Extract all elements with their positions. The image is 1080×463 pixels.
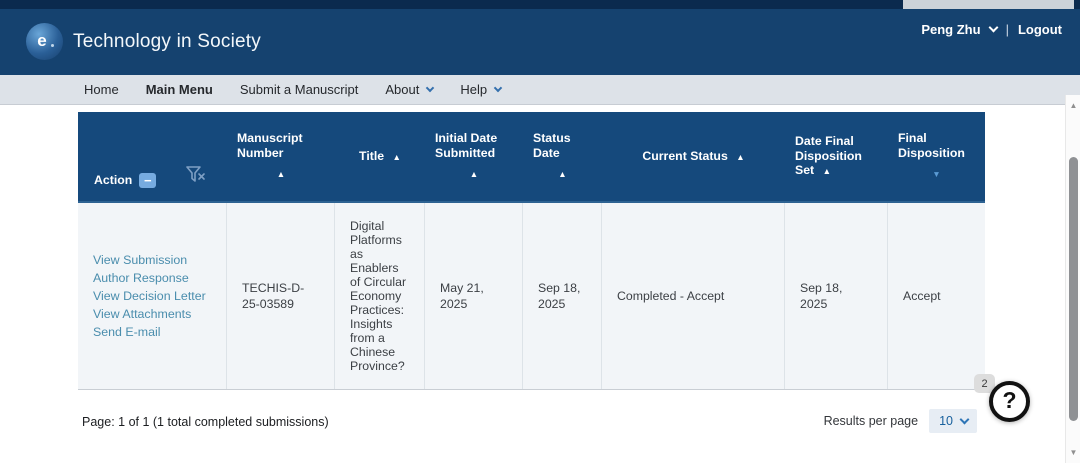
table-header-row: Action − Manuscript Number ▲ Title ▲ bbox=[78, 112, 985, 203]
window-top-strip-notch bbox=[903, 0, 1074, 9]
table-row: View Submission Author Response View Dec… bbox=[78, 203, 985, 390]
cell-manuscript-number: TECHIS-D-25-03589 bbox=[227, 203, 335, 389]
column-header-label: Current Status bbox=[642, 149, 727, 163]
nav-item-submit-a-manuscript[interactable]: Submit a Manuscript bbox=[240, 82, 359, 97]
user-area: Peng Zhu | Logout bbox=[921, 22, 1062, 37]
column-header-final-disposition[interactable]: Final Disposition ▼ bbox=[888, 112, 985, 201]
column-header-initial-date-submitted[interactable]: Initial Date Submitted ▲ bbox=[425, 112, 523, 201]
question-mark-icon: ? bbox=[1002, 387, 1016, 414]
help-button[interactable]: ? bbox=[989, 381, 1030, 422]
cell-date-final-disposition-set: Sep 18, 2025 bbox=[785, 203, 888, 389]
status-date: Sep 18, 2025 bbox=[538, 280, 587, 312]
column-header-label: Final Disposition bbox=[898, 131, 975, 160]
completed-submissions-table: Action − Manuscript Number ▲ Title ▲ bbox=[78, 112, 985, 390]
collapse-action-column-icon[interactable]: − bbox=[139, 173, 156, 188]
column-header-manuscript-number[interactable]: Manuscript Number ▲ bbox=[227, 112, 335, 201]
view-submission-link[interactable]: View Submission bbox=[93, 252, 212, 269]
manuscript-title: Digital Platforms as Enablers of Circula… bbox=[350, 219, 410, 373]
column-header-label: Action bbox=[94, 173, 132, 188]
main-navbar: Home Main Menu Submit a Manuscript About… bbox=[0, 75, 1080, 105]
logo-dot bbox=[51, 44, 54, 47]
current-status: Completed - Accept bbox=[617, 288, 770, 304]
chevron-down-icon bbox=[426, 84, 434, 92]
user-menu[interactable]: Peng Zhu bbox=[921, 22, 980, 37]
results-per-page-select[interactable]: 10 bbox=[929, 409, 977, 433]
column-header-date-final-disposition-set[interactable]: Date Final Disposition Set ▲ bbox=[785, 112, 888, 201]
cell-final-disposition: Accept bbox=[888, 203, 985, 389]
user-separator: | bbox=[1006, 22, 1009, 37]
chevron-down-icon[interactable] bbox=[988, 23, 998, 33]
initial-date-submitted: May 21, 2025 bbox=[440, 280, 508, 312]
logout-button[interactable]: Logout bbox=[1018, 22, 1062, 37]
column-header-label: Initial Date Submitted bbox=[435, 131, 513, 160]
author-response-link[interactable]: Author Response bbox=[93, 270, 212, 287]
sort-asc-icon[interactable]: ▲ bbox=[470, 167, 478, 182]
nav-item-label: Submit a Manuscript bbox=[240, 82, 359, 97]
sort-asc-icon[interactable]: ▲ bbox=[823, 166, 831, 176]
nav-item-label: Home bbox=[84, 82, 119, 97]
column-header-label: Title bbox=[359, 149, 384, 163]
page-info: Page: 1 of 1 (1 total completed submissi… bbox=[82, 415, 329, 429]
nav-item-help[interactable]: Help bbox=[460, 82, 501, 97]
journal-banner: e Technology in Society Peng Zhu | Logou… bbox=[0, 9, 1080, 75]
send-email-link[interactable]: Send E-mail bbox=[93, 324, 212, 341]
nav-item-label: Main Menu bbox=[146, 82, 213, 97]
nav-item-label: About bbox=[385, 82, 419, 97]
sort-asc-icon[interactable]: ▲ bbox=[277, 167, 285, 182]
chevron-down-icon bbox=[960, 415, 970, 425]
scroll-down-arrow-icon[interactable]: ▼ bbox=[1066, 448, 1080, 457]
cell-initial-date-submitted: May 21, 2025 bbox=[425, 203, 523, 389]
editorial-manager-logo-icon: e bbox=[26, 23, 63, 60]
view-decision-letter-link[interactable]: View Decision Letter bbox=[93, 288, 212, 305]
sort-asc-icon[interactable]: ▲ bbox=[393, 152, 401, 162]
vertical-scrollbar[interactable]: ▲ ▼ bbox=[1065, 95, 1080, 463]
journal-title: Technology in Society bbox=[73, 31, 261, 53]
editorial-manager-screen: e Technology in Society Peng Zhu | Logou… bbox=[0, 0, 1080, 463]
chevron-down-icon bbox=[494, 84, 502, 92]
column-header-label: Manuscript Number bbox=[237, 131, 325, 160]
manuscript-number: TECHIS-D-25-03589 bbox=[242, 280, 320, 312]
results-per-page-value: 10 bbox=[939, 414, 953, 428]
column-header-status-date[interactable]: Status Date ▲ bbox=[523, 112, 602, 201]
column-header-current-status[interactable]: Current Status ▲ bbox=[602, 112, 785, 201]
cell-status-date: Sep 18, 2025 bbox=[523, 203, 602, 389]
column-header-action: Action − bbox=[78, 112, 227, 201]
date-final-disposition-set: Sep 18, 2025 bbox=[800, 280, 873, 312]
results-per-page-label: Results per page bbox=[824, 414, 919, 428]
nav-item-label: Help bbox=[460, 82, 487, 97]
scroll-up-arrow-icon[interactable]: ▲ bbox=[1066, 101, 1080, 110]
scrollbar-thumb[interactable] bbox=[1069, 157, 1078, 421]
window-top-strip-corner bbox=[1074, 0, 1080, 9]
logo-letter: e bbox=[37, 31, 46, 51]
view-attachments-link[interactable]: View Attachments bbox=[93, 306, 212, 323]
window-top-strip bbox=[0, 0, 1080, 9]
clear-filter-icon[interactable] bbox=[186, 166, 207, 188]
final-disposition: Accept bbox=[903, 288, 971, 304]
nav-item-home[interactable]: Home bbox=[84, 82, 119, 97]
column-header-title[interactable]: Title ▲ bbox=[335, 112, 425, 201]
sort-asc-icon[interactable]: ▲ bbox=[558, 167, 566, 182]
sort-asc-icon[interactable]: ▲ bbox=[736, 152, 744, 162]
cell-action: View Submission Author Response View Dec… bbox=[78, 203, 227, 389]
column-header-label: Status Date bbox=[533, 131, 592, 160]
sort-desc-icon[interactable]: ▼ bbox=[932, 167, 940, 182]
nav-item-main-menu[interactable]: Main Menu bbox=[146, 82, 213, 97]
cell-title: Digital Platforms as Enablers of Circula… bbox=[335, 203, 425, 389]
cell-current-status: Completed - Accept bbox=[602, 203, 785, 389]
nav-item-about[interactable]: About bbox=[385, 82, 433, 97]
results-per-page: Results per page 10 bbox=[824, 409, 977, 433]
